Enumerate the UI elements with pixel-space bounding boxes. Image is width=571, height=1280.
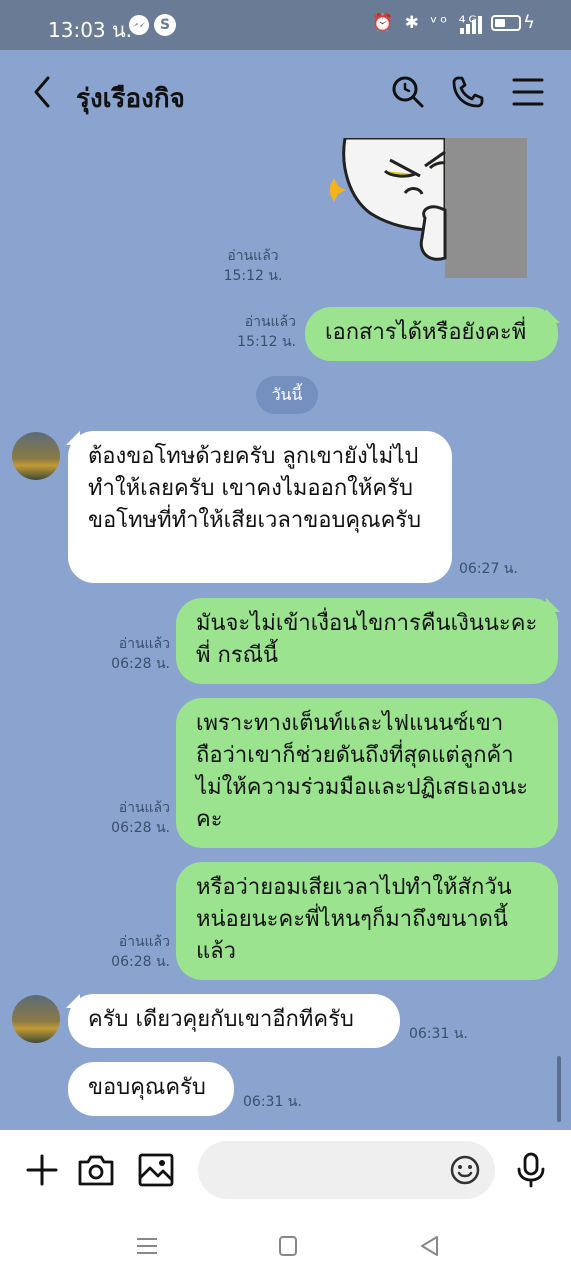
message-meta: อ่านแล้ว 06:28 น. <box>104 634 170 674</box>
message-bubble-out[interactable]: หรือว่ายอมเสียเวลาไปทำให้สักวันหน่อยนะคะ… <box>176 862 558 980</box>
message-time: 06:28 น. <box>111 820 170 836</box>
read-receipt: อ่านแล้ว <box>227 248 279 264</box>
message-time: 06:28 น. <box>111 954 170 970</box>
read-receipt: อ่านแล้ว <box>118 934 170 950</box>
menu-icon[interactable] <box>508 72 548 112</box>
emoji-icon[interactable] <box>449 1154 481 1186</box>
message-time: 15:12 น. <box>223 268 283 284</box>
plus-icon[interactable] <box>22 1150 62 1190</box>
message-time: 06:31 น. <box>409 1026 468 1042</box>
status-time: 13:03 น. <box>48 18 133 42</box>
bubble-tail <box>546 598 560 612</box>
mic-icon[interactable] <box>511 1150 551 1190</box>
chat-title: รุ่งเรืองกิจ <box>76 84 185 114</box>
message-meta: อ่านแล้ว 15:12 น. <box>222 246 284 286</box>
avatar[interactable] <box>12 432 60 480</box>
camera-icon[interactable] <box>76 1150 116 1190</box>
message-meta: อ่านแล้ว 06:28 น. <box>104 798 170 838</box>
avatar[interactable] <box>12 995 60 1043</box>
bubble-tail <box>546 309 560 323</box>
sticker-image <box>330 138 527 278</box>
signal-icon <box>460 16 482 34</box>
message-time: 06:28 น. <box>111 656 170 672</box>
message-time: 15:12 น. <box>237 334 296 350</box>
battery-icon <box>491 15 521 31</box>
message-bubble-out[interactable]: เอกสารได้หรือยังคะพี่ <box>305 307 558 361</box>
nav-menu-icon[interactable] <box>133 1232 161 1260</box>
date-separator: วันนี้ <box>256 376 318 414</box>
message-time: 06:27 น. <box>459 561 518 577</box>
nav-home-icon[interactable] <box>274 1232 302 1260</box>
message-meta: อ่านแล้ว 15:12 น. <box>230 312 296 352</box>
status-bar: 13:03 น. S ⏰ ✱ ᵛᵒ ⁴ᴳ ϟ <box>0 0 571 50</box>
message-time: 06:31 น. <box>243 1094 302 1110</box>
chat-area[interactable]: อ่านแล้ว 15:12 น. อ่านแล้ว 15:12 น. เอกส… <box>0 138 571 1130</box>
message-bubble-in[interactable]: ขอบคุณครับ <box>68 1062 234 1116</box>
scrollbar[interactable] <box>557 1056 561 1122</box>
search-icon[interactable] <box>388 72 428 112</box>
image-icon[interactable] <box>136 1150 176 1190</box>
system-nav-bar <box>0 1210 571 1280</box>
read-receipt: อ่านแล้ว <box>118 636 170 652</box>
charging-icon: ϟ <box>523 12 535 33</box>
app-badge-icon: S <box>154 14 176 36</box>
message-meta: อ่านแล้ว 06:28 น. <box>104 932 170 972</box>
message-bubble-out[interactable]: เพราะทางเต็นท์และไฟแนนซ์เขาถือว่าเขาก็ช่… <box>176 698 558 848</box>
phone-icon[interactable] <box>448 72 488 112</box>
nav-back-icon[interactable] <box>415 1232 443 1260</box>
message-bubble-in[interactable]: ต้องขอโทษด้วยครับ ลูกเขายังไม่ไปทำให้เลย… <box>68 431 452 583</box>
read-receipt: อ่านแล้ว <box>118 800 170 816</box>
messenger-icon <box>129 15 149 35</box>
back-icon[interactable] <box>28 70 68 114</box>
chat-header: รุ่งเรืองกิจ <box>0 50 571 138</box>
message-input-bar <box>0 1130 571 1210</box>
message-bubble-in[interactable]: ครับ เดียวคุยกับเขาอีกทีครับ <box>68 994 400 1048</box>
message-bubble-out[interactable]: มันจะไม่เข้าเงื่อนไขการคืนเงินนะคะพี่ กร… <box>176 598 558 684</box>
read-receipt: อ่านแล้ว <box>244 314 296 330</box>
message-input[interactable] <box>198 1141 495 1199</box>
